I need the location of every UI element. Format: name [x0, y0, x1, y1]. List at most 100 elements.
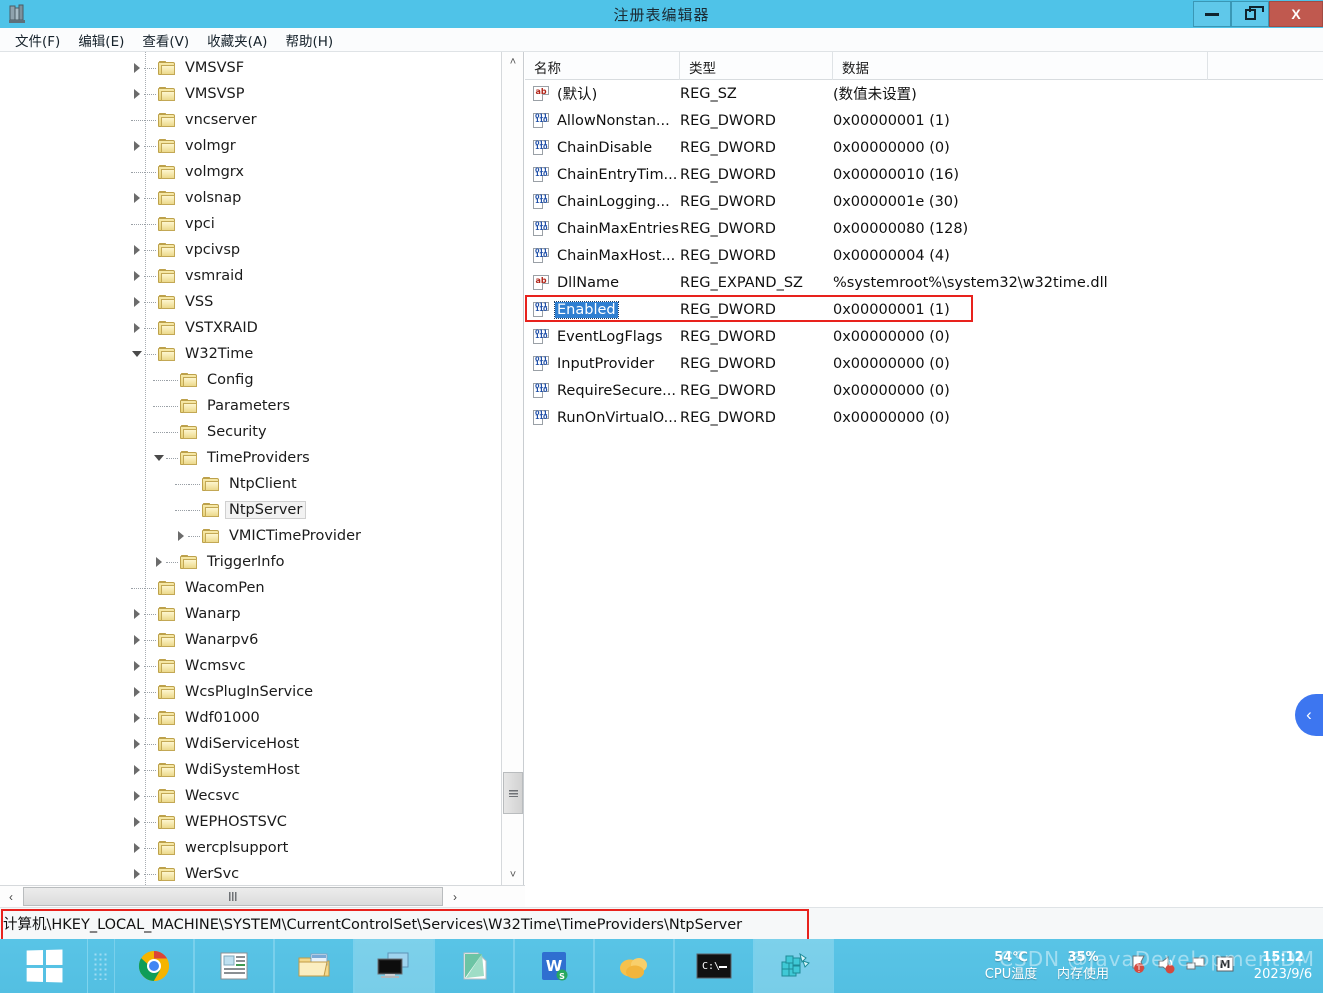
tree-node[interactable]: VSS	[0, 289, 500, 315]
expand-triangle-icon[interactable]	[130, 269, 144, 283]
tree-node[interactable]: WacomPen	[0, 575, 500, 601]
column-header-data[interactable]: 数据	[833, 52, 1208, 80]
table-row[interactable]: ab (默认) REG_SZ (数值未设置)	[525, 80, 1323, 107]
windows-start-icon[interactable]	[0, 939, 88, 993]
expand-triangle-icon[interactable]	[130, 633, 144, 647]
registry-values-pane[interactable]: 名称 类型 数据 ab (默认) REG_SZ (数值未设置) 011 110 AllowN…	[525, 52, 1323, 885]
table-row[interactable]: 011 110 InputProvider REG_DWORD 0x00000000 (…	[525, 350, 1323, 377]
tree-node[interactable]: WerSvc	[0, 861, 500, 885]
menu-file[interactable]: 文件(F)	[6, 28, 69, 52]
expand-triangle-icon[interactable]	[130, 789, 144, 803]
tree-node[interactable]: Wanarp	[0, 601, 500, 627]
expand-triangle-icon[interactable]	[130, 243, 144, 257]
tree-node[interactable]: Wdf01000	[0, 705, 500, 731]
table-row[interactable]: 011 110 ChainLogging... REG_DWORD 0x0000001e…	[525, 188, 1323, 215]
tree-node[interactable]: volmgrx	[0, 159, 500, 185]
taskbar-registry-editor-icon[interactable]	[754, 939, 834, 993]
tree-node[interactable]: WdiServiceHost	[0, 731, 500, 757]
expand-triangle-icon[interactable]	[152, 555, 166, 569]
collapse-triangle-icon[interactable]	[130, 347, 144, 361]
flag-icon[interactable]: !	[1130, 954, 1148, 979]
hscroll-thumb[interactable]	[23, 887, 443, 906]
tree-node[interactable]: volmgr	[0, 133, 500, 159]
tree-node[interactable]: WdiSystemHost	[0, 757, 500, 783]
memory-usage-indicator[interactable]: 35% 内存使用	[1052, 949, 1114, 983]
taskbar-chrome-icon[interactable]	[114, 939, 194, 993]
table-row[interactable]: 011 110 EventLogFlags REG_DWORD 0x00000000 (…	[525, 323, 1323, 350]
expand-triangle-icon[interactable]	[130, 321, 144, 335]
letter-m-icon[interactable]: M	[1215, 955, 1235, 978]
column-header-type[interactable]: 类型	[680, 52, 833, 80]
tree-node[interactable]: NtpClient	[0, 471, 500, 497]
expand-triangle-icon[interactable]	[130, 61, 144, 75]
collapse-triangle-icon[interactable]	[152, 451, 166, 465]
tree-node[interactable]: VMSVSF	[0, 55, 500, 81]
table-row[interactable]: ab DllName REG_EXPAND_SZ %systemroot%\syste…	[525, 269, 1323, 296]
table-row[interactable]: 011 110 ChainMaxHost... REG_DWORD 0x00000004…	[525, 242, 1323, 269]
taskbar-handle[interactable]	[88, 939, 114, 993]
minimize-button[interactable]	[1193, 1, 1231, 27]
table-row[interactable]: 011 110 ChainEntryTim... REG_DWORD 0x0000001…	[525, 161, 1323, 188]
tree-horizontal-scrollbar[interactable]: ‹ ›	[0, 885, 501, 907]
expand-triangle-icon[interactable]	[130, 87, 144, 101]
expand-triangle-icon[interactable]	[130, 711, 144, 725]
expand-triangle-icon[interactable]	[174, 529, 188, 543]
speaker-icon[interactable]	[1157, 954, 1177, 979]
taskbar-command-prompt-icon[interactable]: C:\	[674, 939, 754, 993]
tree-node[interactable]: NtpServer	[0, 497, 500, 523]
tree-node[interactable]: TriggerInfo	[0, 549, 500, 575]
expand-triangle-icon[interactable]	[130, 295, 144, 309]
tree-vertical-scrollbar[interactable]: ˄ ˅	[501, 52, 523, 885]
expand-triangle-icon[interactable]	[130, 737, 144, 751]
tree-node[interactable]: vpcivsp	[0, 237, 500, 263]
tree-node[interactable]: vpci	[0, 211, 500, 237]
menu-help[interactable]: 帮助(H)	[276, 28, 342, 52]
clock[interactable]: 15:12 2023/9/6	[1251, 949, 1315, 983]
expand-triangle-icon[interactable]	[130, 139, 144, 153]
tree-node[interactable]: VMSVSP	[0, 81, 500, 107]
close-button[interactable]: X	[1269, 1, 1323, 27]
tree-node[interactable]: Parameters	[0, 393, 500, 419]
tree-node[interactable]: Config	[0, 367, 500, 393]
tree-node[interactable]: wercplsupport	[0, 835, 500, 861]
taskbar-green-app-icon[interactable]	[434, 939, 514, 993]
menu-edit[interactable]: 编辑(E)	[69, 28, 133, 52]
table-row[interactable]: 011 110 AllowNonstan... REG_DWORD 0x00000001…	[525, 107, 1323, 134]
expand-triangle-icon[interactable]	[130, 607, 144, 621]
expand-triangle-icon[interactable]	[130, 191, 144, 205]
tree-node[interactable]: VMICTimeProvider	[0, 523, 500, 549]
cpu-temp-indicator[interactable]: 54℃ CPU温度	[980, 949, 1042, 983]
expand-triangle-icon[interactable]	[130, 659, 144, 673]
scroll-up-button[interactable]: ˄	[502, 52, 523, 72]
table-row[interactable]: 011 110 RequireSecure... REG_DWORD 0x0000000…	[525, 377, 1323, 404]
taskbar-wps-writer-icon[interactable]: W S	[514, 939, 594, 993]
tree-node[interactable]: Security	[0, 419, 500, 445]
table-row[interactable]: 011 110 RunOnVirtualO... REG_DWORD 0x0000000…	[525, 404, 1323, 431]
tree-node[interactable]: Wanarpv6	[0, 627, 500, 653]
scroll-thumb[interactable]	[503, 772, 523, 814]
tree-node[interactable]: Wcmsvc	[0, 653, 500, 679]
table-row[interactable]: 011 110 ChainDisable REG_DWORD 0x00000000 (0…	[525, 134, 1323, 161]
tree-node[interactable]: WcsPlugInService	[0, 679, 500, 705]
tree-node[interactable]: Wecsvc	[0, 783, 500, 809]
registry-tree-pane[interactable]: VMSVSF VMSVSP vncserver volmgr volmgrx volsna…	[0, 52, 524, 885]
expand-triangle-icon[interactable]	[130, 841, 144, 855]
tree-node[interactable]: vsmraid	[0, 263, 500, 289]
hscroll-right-button[interactable]: ›	[444, 887, 466, 907]
tree-node[interactable]: WEPHOSTSVC	[0, 809, 500, 835]
taskbar-file-explorer-icon[interactable]	[274, 939, 354, 993]
expand-triangle-icon[interactable]	[130, 685, 144, 699]
tree-node[interactable]: W32Time	[0, 341, 500, 367]
expand-triangle-icon[interactable]	[130, 867, 144, 881]
menu-view[interactable]: 查看(V)	[133, 28, 198, 52]
hscroll-left-button[interactable]: ‹	[0, 887, 22, 907]
menu-favorites[interactable]: 收藏夹(A)	[198, 28, 276, 52]
taskbar-remote-desktop-icon[interactable]	[354, 939, 434, 993]
table-row[interactable]: 011 110 Enabled REG_DWORD 0x00000001 (1)	[525, 296, 1323, 323]
tree-node[interactable]: TimeProviders	[0, 445, 500, 471]
maximize-button[interactable]	[1231, 1, 1269, 27]
taskbar-orange-cloud-icon[interactable]	[594, 939, 674, 993]
network-icon[interactable]	[1186, 955, 1206, 978]
tree-node[interactable]: volsnap	[0, 185, 500, 211]
scroll-down-button[interactable]: ˅	[502, 865, 523, 885]
